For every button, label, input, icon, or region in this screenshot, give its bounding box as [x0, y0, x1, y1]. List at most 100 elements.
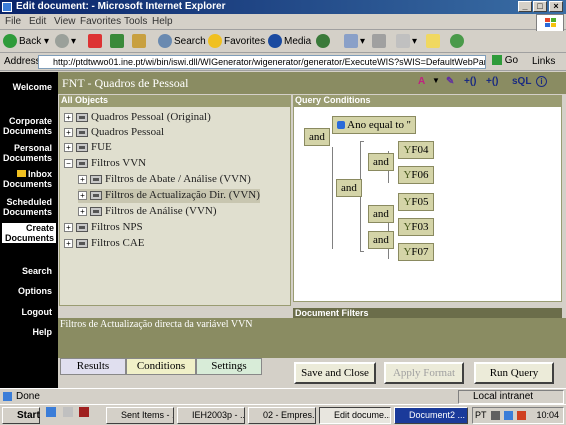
menu-help[interactable]: Help — [152, 16, 173, 27]
tray-app-icon[interactable] — [504, 411, 513, 420]
mail-button[interactable]: ▾ — [344, 34, 365, 50]
messenger-button[interactable] — [450, 34, 466, 50]
tree-item[interactable]: + FUE — [64, 141, 112, 155]
expand-icon[interactable]: + — [64, 238, 73, 248]
menu-edit[interactable]: Edit — [29, 16, 46, 27]
expand-icon[interactable]: + — [78, 174, 87, 184]
object-description: Filtros de Actualização directa da variá… — [60, 319, 253, 330]
home-button[interactable] — [132, 34, 148, 50]
operator-and[interactable]: and — [368, 153, 394, 171]
maximize-button[interactable]: □ — [533, 1, 547, 12]
menu-favorites[interactable]: Favorites — [80, 16, 121, 27]
universe-icon — [76, 222, 88, 232]
nav-corporate-documents[interactable]: Corporate Documents — [0, 116, 52, 136]
operator-and[interactable]: and — [304, 128, 330, 146]
tree-item[interactable]: + Filtros de Abate / Análise (VVN) — [78, 173, 251, 187]
expand-icon[interactable]: + — [78, 206, 87, 216]
filter-f04[interactable]: YF04 — [398, 141, 434, 159]
address-input[interactable]: http://ptdtwwo01.ine.pt/wi/bin/iswi.dll/… — [38, 55, 486, 69]
nav-search[interactable]: Search — [0, 266, 52, 276]
ie-quicklaunch-icon[interactable] — [46, 407, 56, 417]
clock[interactable]: 10:04 — [536, 410, 559, 420]
go-button[interactable]: Go — [492, 55, 518, 66]
task-sent-items[interactable]: Sent Items - ... — [106, 407, 174, 424]
links-button[interactable]: Links — [532, 56, 555, 67]
tree-item[interactable]: + Filtros CAE — [64, 237, 144, 251]
info-icon[interactable]: i — [536, 76, 547, 87]
task-ieh2003p[interactable]: IEH2003p - ... — [177, 407, 245, 424]
filter-f05[interactable]: YF05 — [398, 193, 434, 211]
expand-icon[interactable]: + — [64, 127, 73, 137]
expand-icon[interactable]: + — [78, 190, 87, 200]
nav-logout[interactable]: Logout — [0, 307, 53, 317]
edit-button[interactable]: ▾ — [396, 34, 417, 50]
filter-f07[interactable]: YF07 — [398, 243, 434, 261]
nav-welcome[interactable]: Welcome — [0, 82, 52, 92]
language-indicator[interactable]: PT — [475, 410, 487, 420]
add-open-paren-icon[interactable]: +() — [464, 76, 477, 87]
nav-help[interactable]: Help — [0, 327, 52, 337]
home-icon — [132, 34, 146, 49]
print-button[interactable] — [372, 34, 388, 50]
task-empres[interactable]: 02 - Empres... — [248, 407, 316, 424]
app-quicklaunch-icon[interactable] — [79, 407, 90, 417]
apply-format-button[interactable]: Apply Format — [384, 362, 464, 384]
tray-app-icon[interactable] — [517, 411, 526, 420]
universe-icon — [76, 238, 88, 248]
close-button[interactable]: × — [549, 1, 563, 12]
operator-and[interactable]: and — [336, 179, 362, 197]
tab-settings[interactable]: Settings — [196, 358, 262, 375]
history-button[interactable] — [316, 34, 332, 50]
forward-button[interactable]: ▾ — [55, 34, 76, 50]
filter-f03[interactable]: YF03 — [398, 218, 434, 236]
expand-icon[interactable]: + — [64, 142, 73, 152]
dropdown-icon[interactable]: ▼ — [432, 76, 440, 85]
refresh-button[interactable] — [110, 34, 126, 50]
tab-conditions[interactable]: Conditions — [126, 358, 196, 375]
run-query-button[interactable]: Run Query — [474, 362, 554, 384]
search-button[interactable]: Search — [158, 34, 206, 50]
filter-f06[interactable]: YF06 — [398, 166, 434, 184]
save-and-close-button[interactable]: Save and Close — [294, 362, 376, 384]
start-button[interactable]: Start — [2, 407, 40, 424]
discuss-button[interactable] — [426, 34, 442, 50]
tree-item[interactable]: − Filtros VVN — [64, 157, 146, 171]
tree-item[interactable]: + Filtros de Análise (VVN) — [78, 205, 217, 219]
tree-item-selected[interactable]: + Filtros de Actualização Dir. (VVN) — [78, 189, 260, 203]
task-document2[interactable]: Document2 ... — [394, 407, 468, 424]
stop-button[interactable] — [88, 34, 104, 50]
nav-scheduled-documents[interactable]: Scheduled Documents — [0, 197, 52, 217]
media-button[interactable]: Media — [268, 34, 311, 50]
collapse-icon[interactable]: − — [64, 158, 73, 168]
star-icon — [208, 34, 222, 49]
condition-ano[interactable]: Ano equal to '' — [332, 116, 416, 134]
operator-and[interactable]: and — [368, 205, 394, 223]
menu-tools[interactable]: Tools — [124, 16, 147, 27]
desktop-quicklaunch-icon[interactable] — [62, 407, 73, 417]
minimize-button[interactable]: _ — [518, 1, 532, 12]
tree-item[interactable]: + Quadros Pessoal (Original) — [64, 111, 211, 125]
task-edit-document[interactable]: Edit docume... — [319, 407, 391, 424]
nav-inbox-documents[interactable]: Inbox Documents — [0, 169, 52, 189]
menu-file[interactable]: File — [5, 16, 21, 27]
tree-item[interactable]: + Filtros NPS — [64, 221, 143, 235]
edit-pencil-icon[interactable]: ✎ — [446, 76, 454, 87]
network-icon[interactable] — [491, 411, 500, 420]
nav-create-documents[interactable]: Create Documents — [2, 223, 56, 243]
nav-options[interactable]: Options — [0, 286, 52, 296]
refresh-icon — [110, 34, 124, 49]
expand-icon[interactable]: + — [64, 112, 73, 122]
favorites-button[interactable]: Favorites — [208, 34, 265, 50]
sql-icon[interactable]: sQL — [512, 76, 531, 87]
operator-and[interactable]: and — [368, 231, 394, 249]
format-icon[interactable]: A — [418, 76, 425, 87]
add-close-paren-icon[interactable]: +() — [486, 76, 499, 87]
tab-results[interactable]: Results — [60, 358, 126, 375]
menu-view[interactable]: View — [54, 16, 76, 27]
back-button[interactable]: Back ▾ — [3, 34, 49, 50]
window-title: Edit document: - Microsoft Internet Expl… — [16, 1, 226, 12]
nav-personal-documents[interactable]: Personal Documents — [0, 143, 52, 163]
connector-line — [360, 251, 364, 252]
tree-item[interactable]: + Quadros Pessoal — [64, 126, 164, 140]
expand-icon[interactable]: + — [64, 222, 73, 232]
